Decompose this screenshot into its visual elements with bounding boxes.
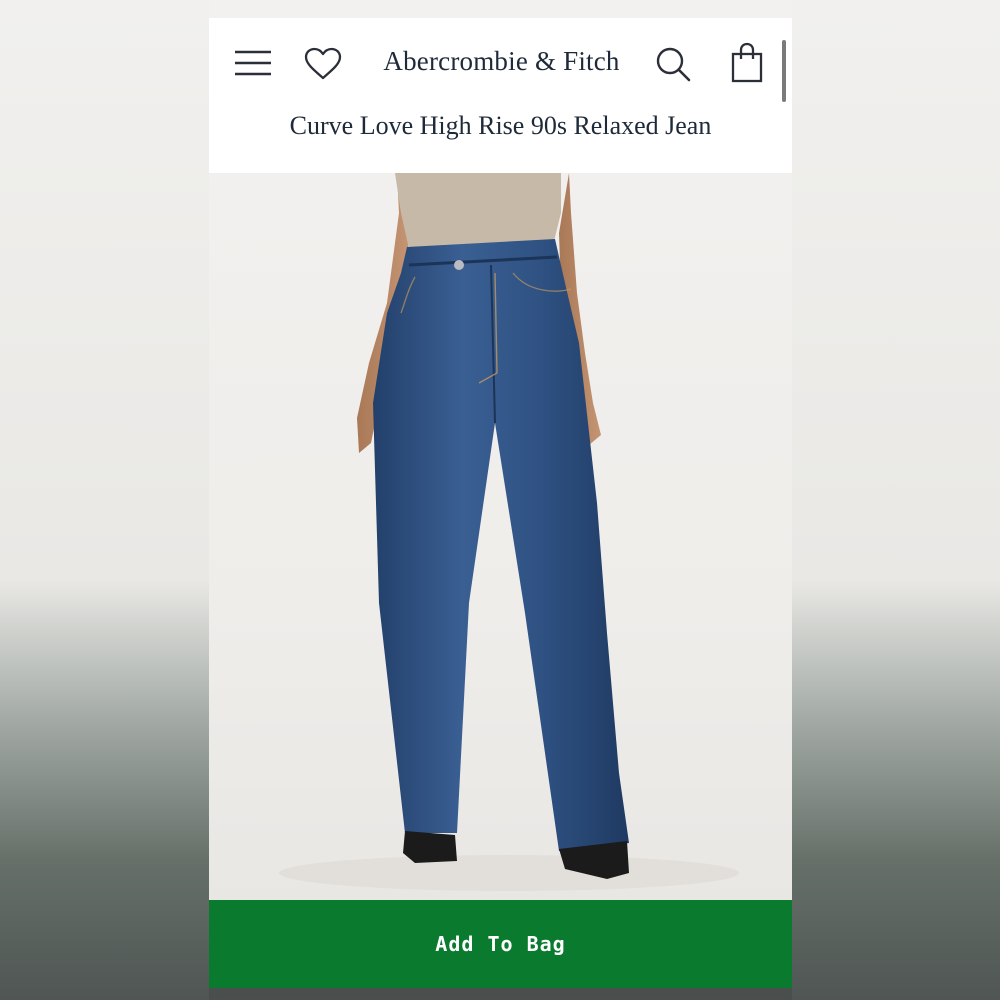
background-left bbox=[0, 0, 209, 1000]
search-icon bbox=[656, 47, 691, 82]
shopping-bag-button[interactable] bbox=[725, 40, 769, 86]
search-button[interactable] bbox=[651, 44, 695, 84]
menu-button[interactable] bbox=[231, 44, 275, 82]
status-strip bbox=[209, 0, 792, 18]
bottom-bar bbox=[209, 988, 792, 1000]
scrollbar-thumb[interactable] bbox=[782, 40, 786, 102]
background-right bbox=[792, 0, 1000, 1000]
model-illustration bbox=[279, 173, 739, 891]
menu-icon bbox=[235, 50, 271, 76]
wishlist-button[interactable] bbox=[301, 44, 345, 84]
product-image[interactable] bbox=[209, 173, 792, 900]
brand-logo[interactable]: Abercrombie & Fitch bbox=[359, 44, 644, 78]
shopping-bag-icon bbox=[731, 42, 763, 83]
site-header: Abercrombie & Fitch Curve Love High Rise… bbox=[209, 18, 792, 173]
mobile-screen: Abercrombie & Fitch Curve Love High Rise… bbox=[209, 0, 792, 1000]
add-to-bag-button[interactable]: Add To Bag bbox=[209, 900, 792, 988]
heart-icon bbox=[304, 47, 342, 80]
product-title: Curve Love High Rise 90s Relaxed Jean bbox=[289, 111, 712, 140]
